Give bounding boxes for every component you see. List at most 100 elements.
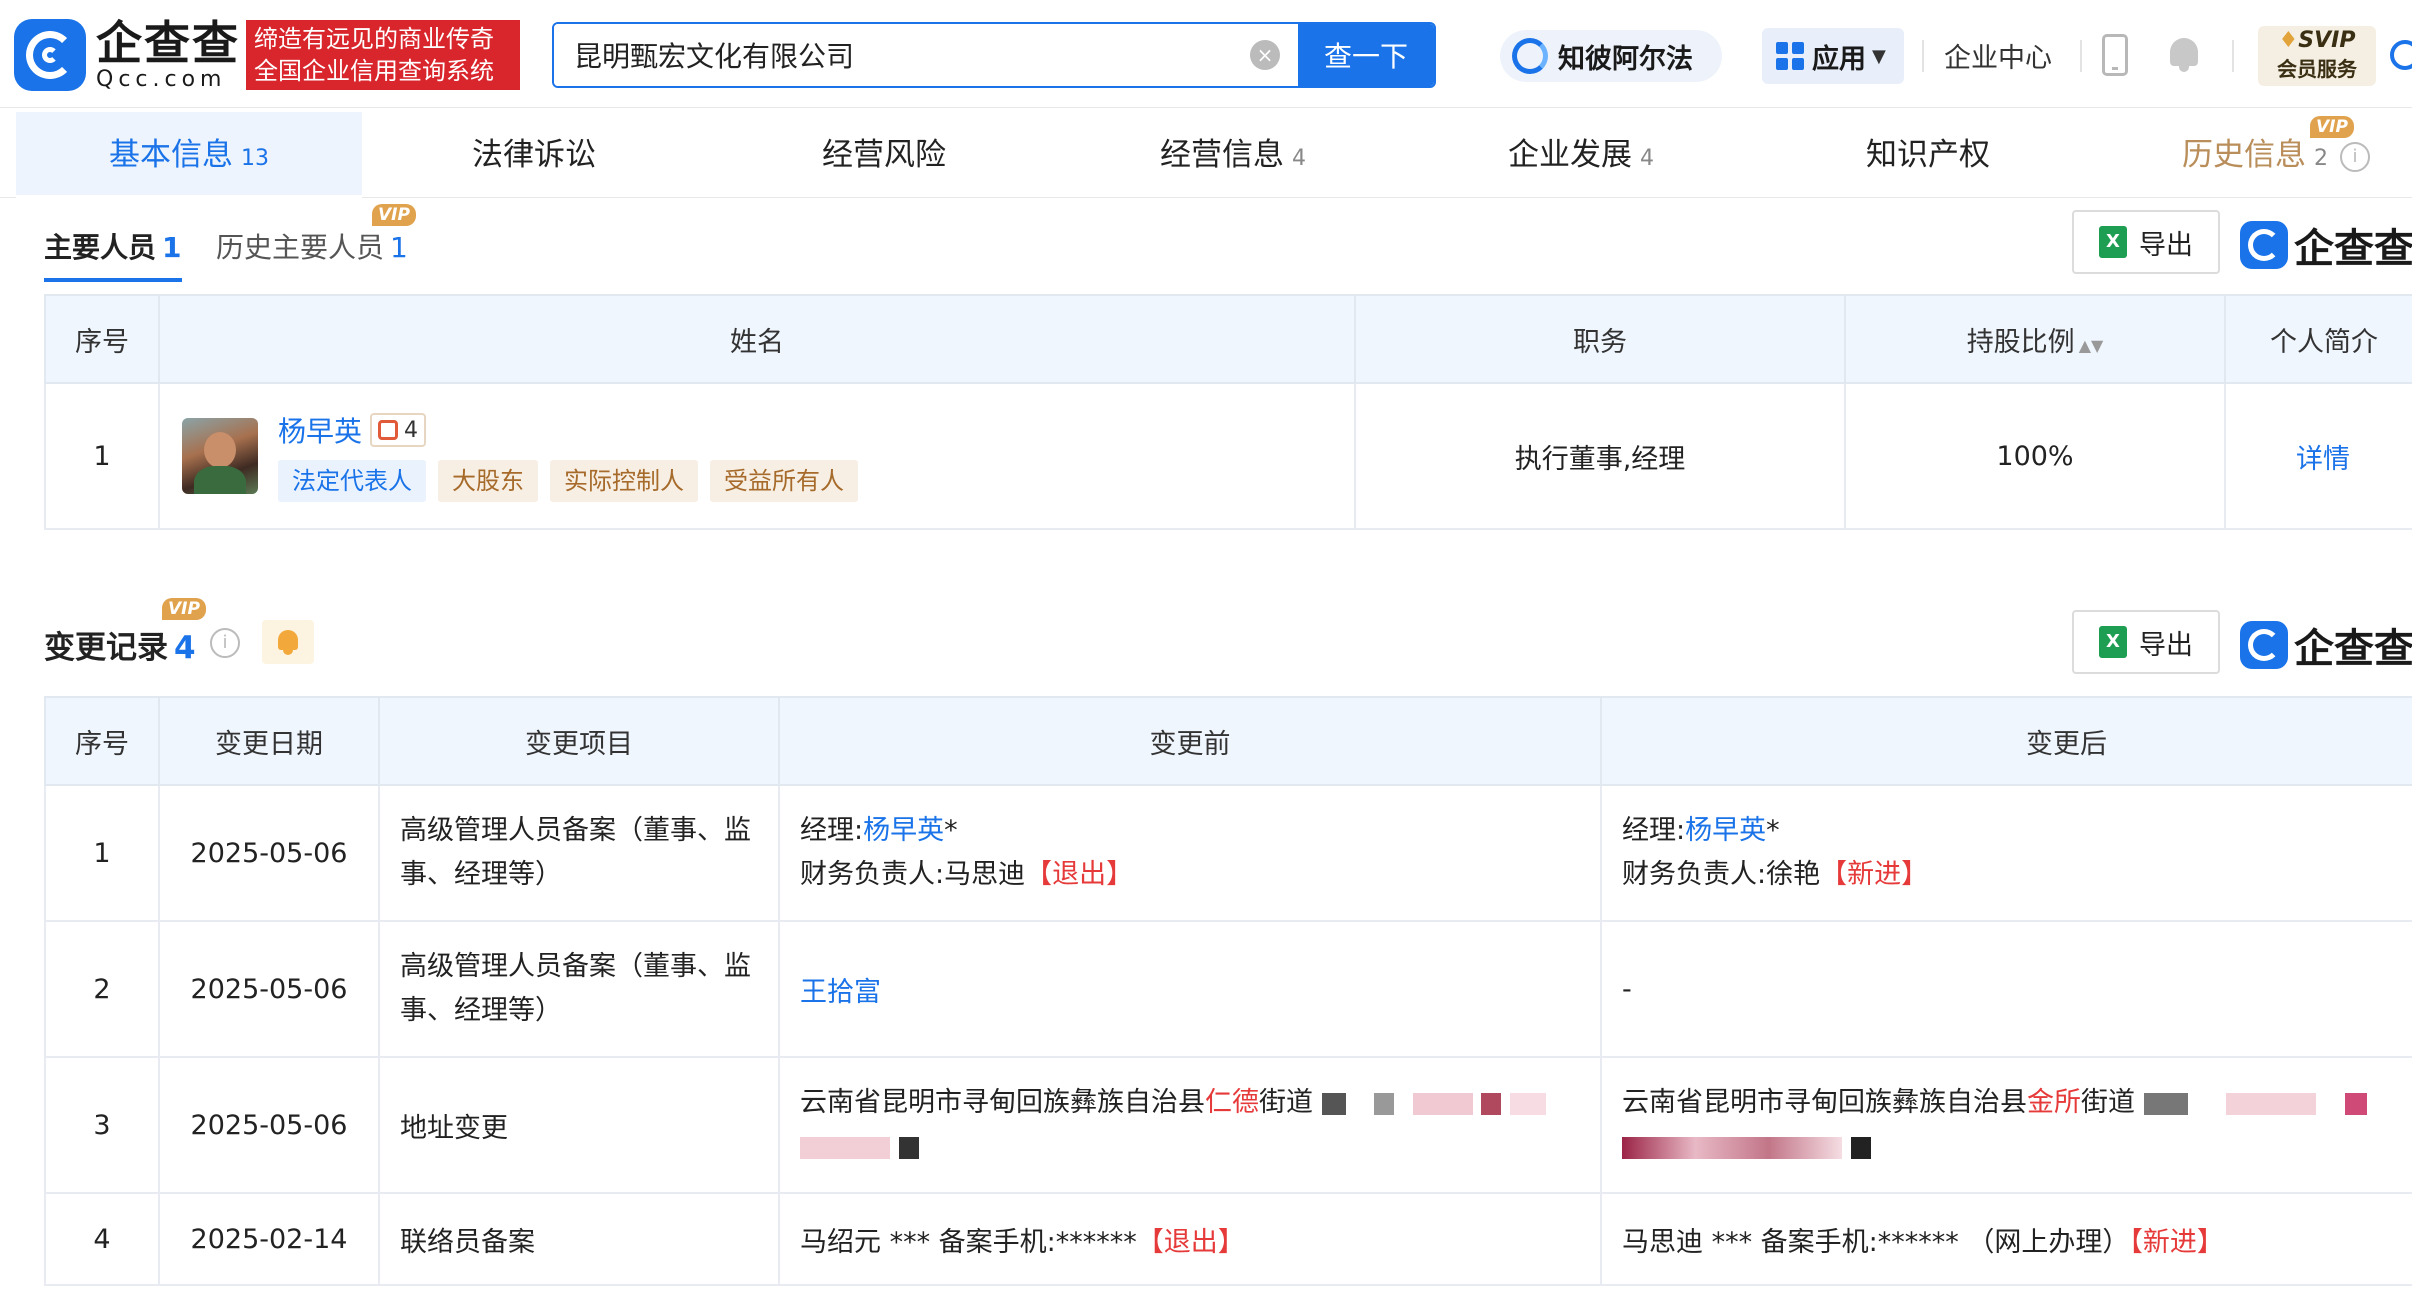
- address-highlight: 金所: [2027, 1087, 2081, 1118]
- person-link[interactable]: 王拾富: [800, 977, 881, 1008]
- row-index: 2: [44, 920, 160, 1058]
- row-index: 1: [44, 784, 160, 922]
- redacted-block: [1481, 1092, 1502, 1115]
- search-bar: × 查一下: [552, 22, 1436, 88]
- header-divider: [1922, 40, 1924, 72]
- top-header: 企查查 Qcc.com 缔造有远见的商业传奇 全国企业信用查询系统 × 查一下 …: [0, 0, 2412, 108]
- redacted-block: [898, 1136, 919, 1159]
- header-divider: [2080, 40, 2082, 72]
- search-button[interactable]: 查一下: [1298, 24, 1434, 86]
- relation-icon: [378, 420, 399, 440]
- row-index: 3: [44, 1056, 160, 1194]
- svip-button[interactable]: SVIP 会员服务: [2258, 26, 2376, 86]
- tab-development[interactable]: 企业发展 4: [1508, 112, 1654, 198]
- search-input[interactable]: [554, 24, 1250, 86]
- change-records-table: 序号 变更日期 变更项目 变更前 变更后 1 2025-05-06 高级管理人员…: [44, 696, 2412, 1286]
- row-after: 经理:杨早英* 财务负责人:徐艳【新进】: [1600, 784, 2412, 922]
- tab-legal[interactable]: 法律诉讼: [472, 112, 596, 198]
- subtab-main-personnel[interactable]: 主要人员 1: [44, 226, 182, 282]
- redacted-block: [2143, 1092, 2188, 1115]
- col-date: 变更日期: [158, 696, 380, 786]
- address-highlight: 仁德: [1205, 1087, 1259, 1118]
- logo-icon: [2240, 621, 2288, 669]
- row-date: 2025-05-06: [158, 784, 380, 922]
- table-row: 3 2025-05-06 地址变更 云南省昆明市寻甸回族彝族自治县仁德街道 云南…: [44, 1056, 2412, 1194]
- info-icon[interactable]: i: [210, 628, 240, 658]
- svip-label: 会员服务: [2277, 57, 2357, 81]
- logo-icon: [14, 19, 86, 91]
- exit-flag: 【退出】: [1025, 859, 1134, 890]
- row-before: 云南省昆明市寻甸回族彝族自治县仁德街道: [778, 1056, 1602, 1194]
- sort-icon[interactable]: ▲▼: [2079, 336, 2104, 355]
- col-profile: 个人简介: [2224, 294, 2412, 384]
- row-date: 2025-02-14: [158, 1192, 380, 1286]
- brand-text: 企查查: [2294, 226, 2412, 272]
- redacted-block: [1374, 1092, 1395, 1115]
- slogan-banner: 缔造有远见的商业传奇 全国企业信用查询系统: [246, 20, 520, 90]
- clear-icon[interactable]: ×: [1250, 40, 1280, 70]
- row-item: 地址变更: [378, 1056, 780, 1194]
- svip-icon: SVIP: [2258, 26, 2376, 56]
- bell-icon[interactable]: [2166, 34, 2202, 74]
- slogan-line-2: 全国企业信用查询系统: [254, 57, 494, 85]
- enterprise-center-link[interactable]: 企业中心: [1944, 36, 2052, 75]
- export-label: 导出: [2139, 229, 2193, 261]
- row-date: 2025-05-06: [158, 1056, 380, 1194]
- row-item: 联络员备案: [378, 1192, 780, 1286]
- col-index: 序号: [44, 696, 160, 786]
- row-after: 云南省昆明市寻甸回族彝族自治县金所街道: [1600, 1056, 2412, 1194]
- subtab-history-personnel[interactable]: 历史主要人员 1: [216, 226, 408, 266]
- detail-link[interactable]: 详情: [2224, 382, 2412, 530]
- tab-ip[interactable]: 知识产权: [1866, 112, 1990, 198]
- logo-cn-text: 企查查: [96, 16, 240, 70]
- redacted-block: [2226, 1092, 2317, 1115]
- redacted-block: [1321, 1092, 1346, 1115]
- logo-en-text: Qcc.com: [96, 67, 227, 92]
- tab-business-risk[interactable]: 经营风险: [822, 112, 946, 198]
- ai-assistant-button[interactable]: 知彼阿尔法: [1500, 30, 1722, 82]
- tag-major-shareholder: 大股东: [438, 460, 538, 502]
- row-date: 2025-05-06: [158, 920, 380, 1058]
- apps-button[interactable]: 应用 ▼: [1762, 28, 1904, 84]
- tag-legal-rep: 法定代表人: [278, 460, 426, 502]
- search-icon[interactable]: [2390, 40, 2412, 70]
- redacted-block: [1622, 1136, 1842, 1159]
- qcc-logo[interactable]: 企查查 Qcc.com: [14, 18, 240, 92]
- export-button[interactable]: X 导出: [2072, 210, 2220, 274]
- table-row: 1 2025-05-06 高级管理人员备案（董事、监事、经理等） 经理:杨早英*…: [44, 784, 2412, 922]
- col-share[interactable]: 持股比例 ▲▼: [1844, 294, 2226, 384]
- person-link[interactable]: 杨早英: [863, 815, 944, 846]
- vip-badge: VIP: [2310, 116, 2354, 138]
- row-index: 4: [44, 1192, 160, 1286]
- redacted-block: [800, 1136, 890, 1159]
- apps-grid-icon: [1776, 42, 1804, 70]
- row-index: 1: [44, 382, 160, 530]
- export-button[interactable]: X 导出: [2072, 610, 2220, 674]
- row-after: -: [1600, 920, 2412, 1058]
- alert-bell-icon[interactable]: [262, 620, 314, 664]
- qcc-watermark: 企查查: [2240, 616, 2412, 674]
- relation-badge[interactable]: 4: [370, 413, 427, 447]
- new-flag: 【新进】: [1820, 859, 1929, 890]
- row-before: 经理:杨早英* 财务负责人:马思迪【退出】: [778, 784, 1602, 922]
- person-name-link[interactable]: 杨早英: [278, 410, 362, 450]
- position-cell: 执行董事,经理: [1354, 382, 1846, 530]
- avatar[interactable]: [182, 418, 258, 494]
- row-item: 高级管理人员备案（董事、监事、经理等）: [378, 920, 780, 1058]
- tab-basic-info[interactable]: 基本信息 13: [16, 112, 362, 198]
- share-cell: 100%: [1844, 382, 2226, 530]
- tab-business-info[interactable]: 经营信息 4: [1160, 112, 1306, 198]
- redacted-block: [1850, 1136, 1871, 1159]
- phone-icon[interactable]: [2102, 34, 2128, 76]
- col-after: 变更后: [1600, 696, 2412, 786]
- ai-assistant-label: 知彼阿尔法: [1558, 43, 1693, 75]
- row-after: 马思迪 *** 备案手机:****** （网上办理）【新进】: [1600, 1192, 2412, 1286]
- info-icon[interactable]: i: [2340, 141, 2370, 172]
- change-records-title: 变更记录 4: [44, 630, 196, 666]
- tag-beneficial-owner: 受益所有人: [710, 460, 858, 502]
- redacted-block: [1509, 1092, 1546, 1115]
- excel-icon: X: [2099, 226, 2127, 258]
- person-link[interactable]: 杨早英: [1685, 815, 1766, 846]
- excel-icon: X: [2099, 626, 2127, 658]
- new-flag: 【新进】: [2129, 1226, 2224, 1258]
